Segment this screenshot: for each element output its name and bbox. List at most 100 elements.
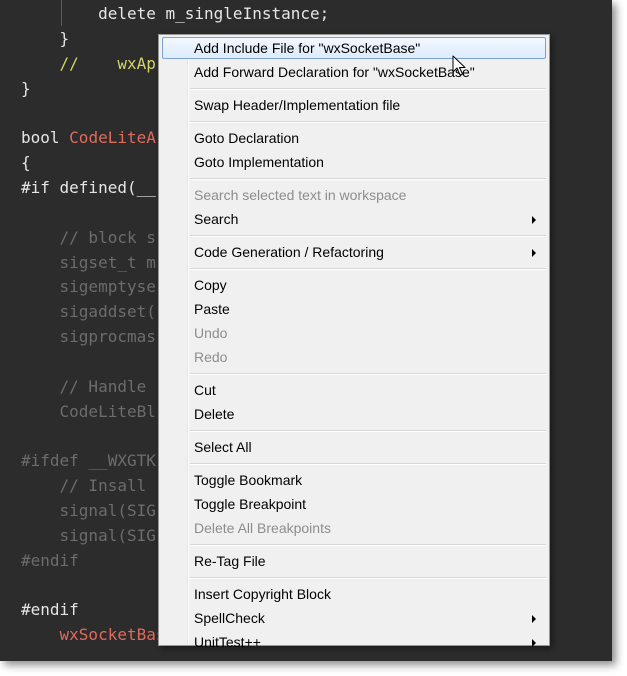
menu-item-label: Insert Copyright Block	[194, 586, 331, 602]
code-token: #if defined(__	[21, 177, 156, 197]
menu-separator	[190, 88, 546, 90]
menu-item-re-tag-file[interactable]: Re-Tag File	[162, 550, 546, 572]
menu-item-label: Select All	[194, 439, 252, 455]
menu-item-goto-implementation[interactable]: Goto Implementation	[162, 151, 546, 173]
menu-separator	[190, 463, 546, 465]
code-line: // Insall	[21, 474, 156, 498]
code-token: sigset_t m	[59, 252, 156, 272]
menu-item-label: Paste	[194, 301, 230, 317]
code-line: #if defined(__	[21, 176, 156, 200]
menu-separator	[190, 577, 546, 579]
menu-item-label: UnitTest++	[194, 634, 261, 650]
code-token: delete	[59, 4, 166, 23]
menu-item-label: Toggle Bookmark	[194, 472, 303, 488]
code-token: #ifdef __WXGTK	[21, 451, 156, 471]
code-token: #endif	[21, 600, 79, 620]
menu-item-cut[interactable]: Cut	[162, 379, 546, 401]
code-token: // block s	[59, 227, 156, 247]
menu-item-insert-copyright-block[interactable]: Insert Copyright Block	[162, 583, 546, 605]
menu-item-label: Add Include File for "wxSocketBase"	[194, 40, 421, 56]
menu-item-delete[interactable]: Delete	[162, 403, 546, 425]
menu-item-label: Redo	[194, 349, 228, 365]
code-token: }	[21, 78, 31, 98]
code-token: CodeLiteA	[69, 128, 156, 148]
menu-separator	[190, 268, 546, 270]
menu-item-spellcheck[interactable]: SpellCheck	[162, 607, 546, 629]
code-line: {	[21, 151, 31, 175]
menu-item-search[interactable]: Search	[162, 208, 546, 230]
code-line: }	[21, 77, 31, 101]
chevron-right-icon	[532, 216, 536, 224]
menu-item-label: Code Generation / Refactoring	[194, 244, 384, 260]
menu-item-add-forward-declaration-for-wxsocketbase[interactable]: Add Forward Declaration for "wxSocketBas…	[162, 61, 546, 83]
code-token: CodeLiteBl	[59, 401, 156, 421]
menu-item-code-generation-refactoring[interactable]: Code Generation / Refactoring	[162, 241, 546, 263]
code-token: {	[21, 153, 31, 173]
code-line: bool CodeLiteA	[21, 126, 156, 150]
menu-item-copy[interactable]: Copy	[162, 274, 546, 296]
menu-item-label: Search	[194, 211, 239, 227]
menu-item-search-selected-text-in-workspace: Search selected text in workspace	[162, 184, 546, 206]
menu-item-label: Re-Tag File	[194, 553, 266, 569]
code-line: }	[21, 27, 70, 51]
menu-separator	[190, 178, 546, 180]
code-line: sigset_t m	[21, 251, 156, 275]
code-token: }	[59, 28, 70, 48]
menu-item-delete-all-breakpoints: Delete All Breakpoints	[162, 517, 546, 539]
code-token: signal(SIG	[59, 501, 156, 520]
menu-separator	[190, 544, 546, 546]
menu-separator	[190, 121, 546, 123]
code-line: delete m_singleInstance;	[21, 2, 329, 26]
code-line: sigaddset(	[21, 300, 156, 324]
code-line: sigemptyse	[21, 275, 156, 299]
code-token: bool	[21, 128, 70, 148]
menu-separator	[190, 430, 546, 432]
code-line: // wxAp	[21, 52, 156, 76]
menu-item-goto-declaration[interactable]: Goto Declaration	[162, 127, 546, 149]
menu-item-toggle-bookmark[interactable]: Toggle Bookmark	[162, 469, 546, 491]
code-line: // block s	[21, 226, 156, 250]
code-line: // Handle	[21, 375, 156, 399]
chevron-right-icon	[532, 639, 536, 647]
code-token: // Insall	[59, 476, 156, 496]
menu-item-label: Copy	[194, 277, 227, 293]
code-token: // Handle	[59, 376, 156, 396]
menu-item-label: Search selected text in workspace	[194, 187, 407, 203]
code-token: signal(SIG	[59, 525, 156, 545]
context-menu: Add Include File for "wxSocketBase" Add F…	[158, 34, 550, 650]
menu-item-label: Goto Implementation	[194, 154, 324, 170]
code-token: sigprocmas	[59, 327, 156, 347]
chevron-right-icon	[532, 249, 536, 257]
code-line: CodeLiteBl	[21, 400, 156, 424]
menu-item-label: Add Forward Declaration for "wxSocketBas…	[194, 64, 475, 80]
menu-item-redo: Redo	[162, 346, 546, 368]
menu-item-select-all[interactable]: Select All	[162, 436, 546, 458]
menu-item-swap-header-implementation-file[interactable]: Swap Header/Implementation file	[162, 94, 546, 116]
menu-separator	[190, 235, 546, 237]
code-token: #endif	[21, 550, 79, 570]
menu-item-paste[interactable]: Paste	[162, 298, 546, 320]
menu-item-unittest[interactable]: UnitTest++	[162, 631, 546, 653]
menu-item-label: Undo	[194, 325, 228, 341]
menu-item-add-include-file-for-wxsocketbase[interactable]: Add Include File for "wxSocketBase"	[162, 37, 546, 59]
menu-item-label: Cut	[194, 382, 216, 398]
menu-item-toggle-breakpoint[interactable]: Toggle Breakpoint	[162, 493, 546, 515]
menu-item-label: Swap Header/Implementation file	[194, 97, 401, 113]
code-token: sigemptyse	[59, 277, 156, 297]
mouse-pointer-icon	[452, 55, 466, 82]
menu-item-label: SpellCheck	[194, 610, 265, 626]
code-line: sigprocmas	[21, 325, 156, 349]
code-line: #endif	[21, 598, 79, 622]
code-line: #ifdef __WXGTK	[21, 449, 156, 473]
chevron-right-icon	[532, 615, 536, 623]
